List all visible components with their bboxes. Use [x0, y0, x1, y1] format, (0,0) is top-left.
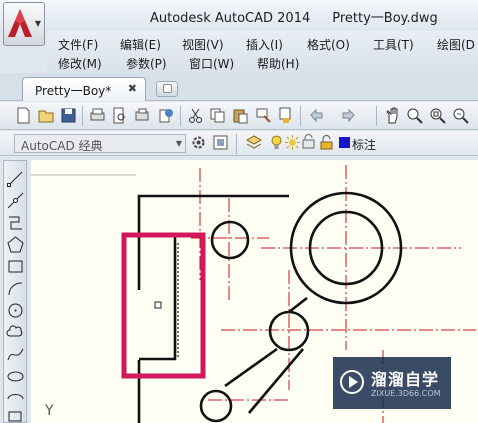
toolbar-separator	[180, 106, 181, 126]
menu-draw[interactable]: 绘图(D	[437, 36, 475, 53]
publish-icon[interactable]	[134, 107, 151, 124]
ucs-y-axis-label: Y	[45, 403, 54, 419]
layer-properties-icon[interactable]	[245, 134, 262, 151]
redo-icon[interactable]	[340, 107, 357, 124]
file-tab-label: Pretty一Boy*	[35, 84, 112, 98]
file-tab-pretty-boy[interactable]: Pretty一Boy* ✖	[22, 77, 146, 101]
preview-icon[interactable]	[111, 107, 128, 124]
ellipse-arc-icon[interactable]	[6, 389, 25, 408]
customize-icon[interactable]	[212, 134, 229, 151]
new-tab-button[interactable]	[156, 81, 178, 97]
match-properties-icon[interactable]	[255, 107, 272, 124]
title-bar: Autodesk AutoCAD 2014 Pretty一Boy.dwg	[0, 0, 478, 31]
layer-color-icon	[336, 134, 353, 151]
standard-toolbar	[0, 102, 478, 130]
chevron-down-icon: ▼	[34, 19, 41, 28]
polyline-icon[interactable]	[6, 213, 25, 232]
app-title: Autodesk AutoCAD 2014	[150, 11, 311, 26]
revision-cloud-icon[interactable]	[6, 323, 25, 342]
lock-icon[interactable]	[318, 134, 335, 151]
polygon-icon[interactable]	[6, 235, 25, 254]
zoom-realtime-icon[interactable]	[406, 107, 423, 124]
menu-insert[interactable]: 插入(I)	[246, 36, 283, 53]
new-drawing-icon	[163, 84, 172, 93]
window-title: Autodesk AutoCAD 2014 Pretty一Boy.dwg	[150, 7, 438, 26]
menu-file[interactable]: 文件(F)	[58, 36, 98, 53]
print-icon[interactable]	[89, 107, 106, 124]
watermark-brand: 溜溜自学	[371, 370, 440, 389]
grip-square[interactable]	[154, 301, 162, 309]
menu-tools[interactable]: 工具(T)	[373, 36, 414, 53]
menu-view[interactable]: 视图(V)	[182, 36, 224, 53]
menu-bar: 文件(F) 编辑(E) 视图(V) 插入(I) 格式(O) 工具(T) 绘图(D…	[47, 31, 478, 73]
lightbulb-icon[interactable]	[268, 134, 285, 151]
arc-icon[interactable]	[6, 279, 25, 298]
menu-edit[interactable]: 编辑(E)	[120, 36, 161, 53]
undo-icon[interactable]	[308, 107, 325, 124]
autocad-logo-icon	[8, 9, 32, 37]
toolbar-separator	[300, 106, 301, 126]
plot-3d-icon[interactable]	[157, 107, 174, 124]
menu-format[interactable]: 格式(O)	[307, 36, 350, 53]
watermark-badge: 溜溜自学 ZIXUE.3D66.COM	[333, 357, 451, 409]
menu-modify[interactable]: 修改(M)	[58, 55, 102, 72]
rectangle-icon[interactable]	[6, 257, 25, 276]
brush-icon[interactable]	[277, 107, 294, 124]
zoom-previous-icon[interactable]	[452, 107, 469, 124]
chevron-down-icon: ▼	[175, 139, 182, 148]
workspace-toolbar: AutoCAD 经典 ▼ 标注	[0, 131, 478, 156]
toolbar-separator	[82, 106, 83, 126]
current-layer-name[interactable]: 标注	[352, 136, 376, 153]
zoom-window-icon[interactable]	[429, 107, 446, 124]
menu-window[interactable]: 窗口(W)	[189, 55, 234, 72]
spline-icon[interactable]	[6, 345, 25, 364]
watermark-url: ZIXUE.3D66.COM	[371, 389, 441, 398]
draw-toolbar	[3, 160, 27, 423]
menu-parametric[interactable]: 参数(P)	[126, 55, 167, 72]
file-tab-bar: Pretty一Boy* ✖	[0, 73, 478, 101]
document-title: Pretty一Boy.dwg	[332, 11, 438, 26]
pan-icon[interactable]	[384, 107, 401, 124]
sun-icon[interactable]	[284, 134, 301, 151]
open-icon[interactable]	[38, 107, 55, 124]
copy-icon[interactable]	[209, 107, 226, 124]
line-icon[interactable]	[6, 169, 25, 188]
menu-help[interactable]: 帮助(H)	[257, 55, 299, 72]
construction-line-icon[interactable]	[6, 191, 25, 210]
save-icon[interactable]	[60, 107, 77, 124]
new-icon[interactable]	[15, 107, 32, 124]
workspace-dropdown[interactable]: AutoCAD 经典 ▼	[14, 134, 186, 153]
toolbar-separator	[376, 106, 377, 126]
workspace-settings-icon[interactable]	[190, 134, 207, 151]
application-menu-button[interactable]: ▼	[3, 2, 45, 46]
close-icon[interactable]: ✖	[128, 82, 137, 95]
paste-icon[interactable]	[232, 107, 249, 124]
layer-freeze-icon[interactable]	[300, 134, 317, 151]
ellipse-icon[interactable]	[6, 367, 25, 386]
insert-block-icon[interactable]	[6, 407, 25, 423]
circle-icon[interactable]	[6, 301, 25, 320]
play-logo-icon	[340, 370, 364, 394]
workspace-dropdown-value: AutoCAD 经典	[21, 139, 103, 153]
cut-icon[interactable]	[187, 107, 204, 124]
toolbar-separator	[236, 134, 237, 154]
highlight-box	[121, 232, 206, 379]
